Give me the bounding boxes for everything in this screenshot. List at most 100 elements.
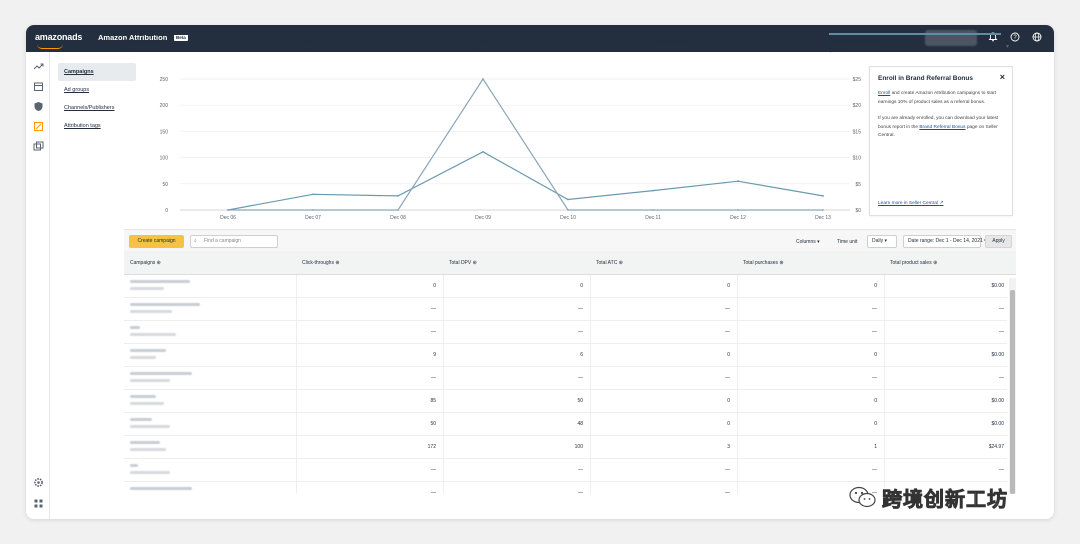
metric-value: $24.97 — [829, 48, 846, 54]
column-header-total-dpv[interactable]: Total DPV ⊕ — [449, 260, 477, 266]
metric-tile-total-product-sales[interactable]: Total product sales ▾ ⊕ $24.97 — [829, 33, 1001, 57]
metric-value: 183 — [301, 48, 311, 54]
campaign-search-input[interactable]: ⌕ Find a campaign — [190, 235, 278, 248]
metric-tile-total-purchases[interactable]: Total purchases ▾ ⊕ 1 — [653, 33, 825, 57]
data-point — [312, 209, 314, 211]
layers-icon[interactable] — [32, 141, 44, 153]
date-range-value: Date range: Dec 1 - Dec 14, 2021 — [908, 238, 983, 244]
search-placeholder: Find a campaign — [204, 238, 241, 244]
table-cell: — — [578, 490, 583, 494]
calendar-icon[interactable] — [32, 81, 44, 93]
table-cell: 50 — [577, 398, 583, 404]
column-header-total-purchases[interactable]: Total purchases ⊕ — [743, 260, 784, 266]
external-link-icon: ↗ — [939, 201, 944, 206]
logo-text: amazonads — [35, 32, 83, 42]
redacted-text — [130, 287, 164, 290]
create-campaign-button[interactable]: Create campaign — [129, 235, 184, 248]
campaign-name-redacted[interactable] — [130, 464, 170, 474]
table-cell: — — [431, 375, 436, 381]
table-toolbar: Create campaign ⌕ Find a campaign Column… — [124, 229, 1016, 251]
redacted-text — [130, 425, 170, 428]
table-cell: — — [872, 329, 877, 335]
table-cell: 50 — [430, 421, 436, 427]
chevron-down-icon[interactable]: ▾ — [1006, 43, 1009, 50]
apply-button[interactable]: Apply — [985, 235, 1012, 248]
svg-text:?: ? — [1013, 35, 1017, 41]
promo-title: Enroll in Brand Referral Bonus — [878, 75, 973, 82]
x-tick-label: Dec 11 — [645, 215, 661, 221]
table-cell: — — [725, 329, 730, 335]
redacted-text — [130, 487, 192, 490]
y-tick-label-left: 150 — [160, 129, 169, 135]
wechat-logo-icon — [849, 486, 876, 508]
campaign-name-redacted[interactable] — [130, 418, 170, 428]
table-row[interactable]: 50 48 0 0 $0.00 — [124, 413, 1007, 436]
column-header-total-atc[interactable]: Total ATC ⊕ — [596, 260, 623, 266]
table-cell: — — [725, 375, 730, 381]
table-row[interactable]: — — — — — — [124, 298, 1007, 321]
metric-label: Click-throughs — [124, 39, 156, 45]
table-cell: 85 — [430, 398, 436, 404]
metric-tiles: Click-throughs ▾ ⊕ 305 Total DPV ▾ ⊕ 183… — [124, 33, 1008, 57]
campaign-name-redacted[interactable] — [130, 487, 192, 490]
metric-value: 1 — [653, 48, 657, 54]
table-row[interactable]: 0 0 0 0 $0.00 — [124, 275, 1007, 298]
wechat-watermark: 跨境创新工坊 — [848, 483, 1008, 511]
settings-icon[interactable] — [32, 477, 44, 489]
column-header-campaigns[interactable]: Campaigns ⊕ — [130, 260, 161, 266]
table-row[interactable]: — — — — — — [124, 367, 1007, 390]
redacted-text — [130, 395, 156, 398]
campaign-name-redacted[interactable] — [130, 303, 200, 313]
campaign-name-redacted[interactable] — [130, 441, 166, 451]
data-point — [652, 189, 654, 192]
metric-value: 305 — [124, 48, 134, 54]
campaign-name-redacted[interactable] — [130, 349, 166, 359]
campaigns-table: Campaigns ⊕ Click-throughs ⊕ Total DPV ⊕… — [124, 251, 1016, 494]
column-header-click-throughs[interactable]: Click-throughs ⊕ — [302, 260, 340, 266]
table-row[interactable]: — — — — — — [124, 321, 1007, 344]
table-row[interactable]: 85 50 0 0 $0.00 — [124, 390, 1007, 413]
attribution-icon[interactable] — [32, 121, 44, 133]
close-icon[interactable]: × — [1000, 72, 1005, 82]
globe-icon[interactable] — [1031, 32, 1043, 44]
help-icon[interactable]: ? — [1009, 32, 1021, 44]
time-unit-select[interactable]: Daily ▾ — [867, 235, 897, 248]
campaign-name-redacted[interactable] — [130, 372, 192, 382]
campaign-name-redacted[interactable] — [130, 395, 164, 405]
trending-icon[interactable] — [32, 61, 44, 73]
table-cell: 9 — [433, 352, 436, 358]
table-cell: 1 — [874, 444, 877, 450]
table-cell: 0 — [727, 352, 730, 358]
amazon-ads-logo[interactable]: amazonads — [35, 32, 83, 49]
table-cell: 0 — [874, 398, 877, 404]
learn-more-link[interactable]: Learn more in Seller Central ↗ — [878, 201, 943, 206]
data-point — [482, 78, 484, 80]
column-header-total-product-sales[interactable]: Total product sales ⊕ — [890, 260, 937, 266]
apps-icon[interactable] — [32, 498, 44, 510]
date-range-picker[interactable]: Date range: Dec 1 - Dec 14, 2021 ▾ — [903, 235, 987, 248]
table-row[interactable]: 172 100 3 1 $24.97 — [124, 436, 1007, 459]
data-point — [822, 209, 824, 211]
metric-tile-total-dpv[interactable]: Total DPV ▾ ⊕ 183 — [301, 33, 473, 57]
enroll-link[interactable]: Enroll — [878, 91, 890, 96]
campaign-name-redacted[interactable] — [130, 326, 176, 336]
campaign-name-redacted[interactable] — [130, 280, 190, 290]
column-header-label: Click-throughs — [302, 260, 334, 266]
metric-tile-click-throughs[interactable]: Click-throughs ▾ ⊕ 305 — [124, 33, 296, 57]
metric-tile-total-atc[interactable]: Total ATC ▾ ⊕ 3 — [477, 33, 649, 57]
table-row[interactable]: 9 6 0 0 $0.00 — [124, 344, 1007, 367]
columns-dropdown[interactable]: Columns ▾ — [796, 239, 820, 245]
x-tick-label: Dec 10 — [560, 215, 576, 221]
shield-icon[interactable] — [32, 101, 44, 113]
table-cell: 0 — [727, 398, 730, 404]
table-cell: — — [999, 375, 1004, 381]
redacted-text — [130, 402, 164, 405]
scrollbar-thumb[interactable] — [1010, 290, 1015, 494]
brand-referral-bonus-link[interactable]: Brand Referral Bonus — [919, 125, 965, 130]
time-unit-value: Daily — [872, 238, 884, 244]
table-row[interactable]: — — — — — — [124, 459, 1007, 482]
data-point — [312, 193, 314, 196]
y-tick-label-right: $10 — [853, 156, 862, 162]
table-cell: — — [431, 490, 436, 494]
metric-value: 3 — [477, 48, 481, 54]
